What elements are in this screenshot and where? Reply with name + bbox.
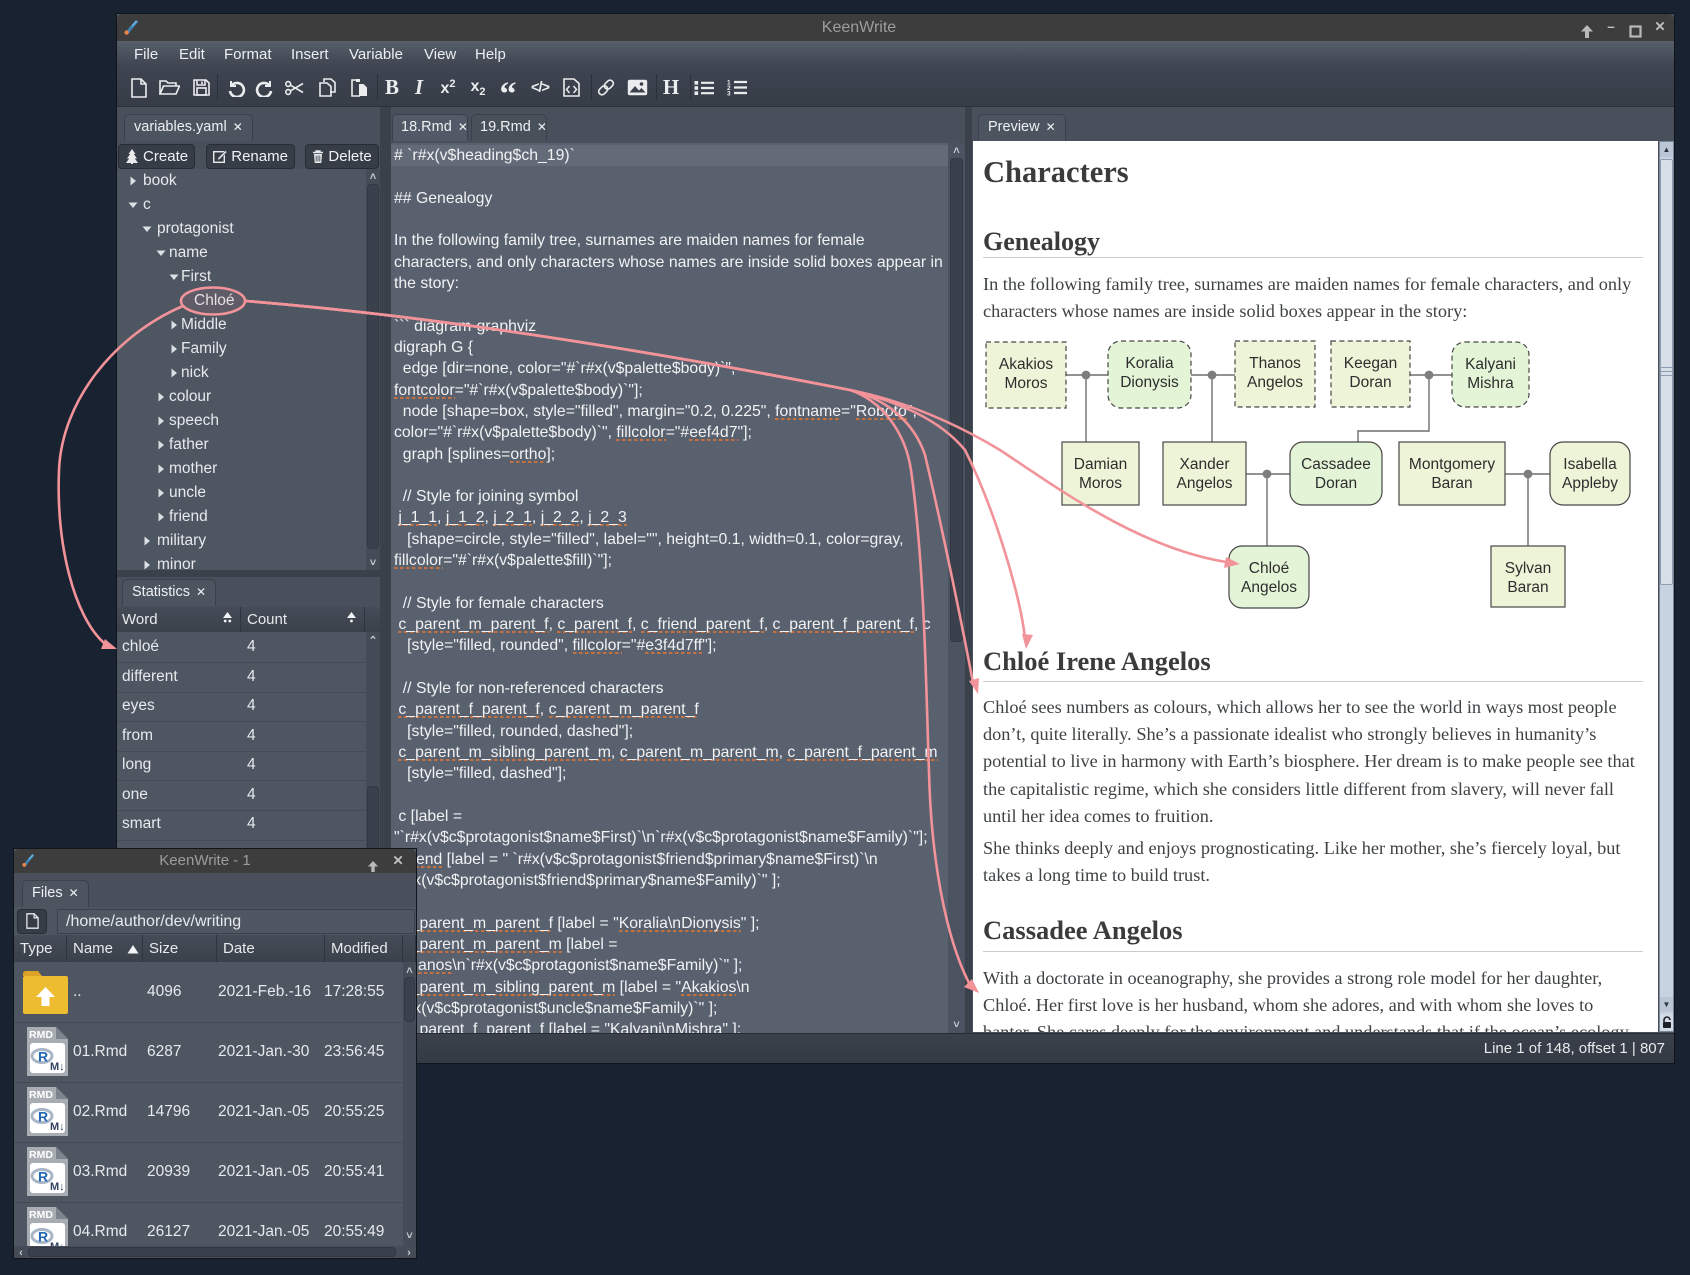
svg-text:M↓: M↓ <box>50 1181 65 1193</box>
svg-text:RMD: RMD <box>29 1029 53 1041</box>
svg-text:R: R <box>38 1229 48 1245</box>
svg-text:Thanos: Thanos <box>1249 355 1301 372</box>
svg-text:Moros: Moros <box>1079 475 1122 492</box>
svg-text:Chloé: Chloé <box>1249 560 1290 577</box>
svg-text:3: 3 <box>727 91 731 97</box>
svg-text:Akakios: Akakios <box>999 356 1054 373</box>
svg-text:Kalyani: Kalyani <box>1465 356 1516 373</box>
svg-text:RMD: RMD <box>29 1089 53 1101</box>
svg-text:Montgomery: Montgomery <box>1409 456 1495 473</box>
svg-text:Cassadee: Cassadee <box>1301 456 1371 473</box>
svg-text:Appleby: Appleby <box>1562 475 1618 492</box>
svg-text:Xander: Xander <box>1180 456 1230 473</box>
svg-text:Baran: Baran <box>1507 579 1548 596</box>
svg-text:Doran: Doran <box>1349 374 1391 391</box>
svg-text:Dionysis: Dionysis <box>1120 374 1179 391</box>
svg-text:Angelos: Angelos <box>1247 374 1303 391</box>
svg-text:Keegan: Keegan <box>1344 355 1397 372</box>
svg-text:M↓: M↓ <box>50 1061 65 1073</box>
svg-text:Damian: Damian <box>1074 456 1127 473</box>
svg-text:M↓: M↓ <box>50 1121 65 1133</box>
svg-text:Koralia: Koralia <box>1125 355 1174 372</box>
svg-text:Angelos: Angelos <box>1241 579 1297 596</box>
svg-text:Isabella: Isabella <box>1563 456 1617 473</box>
svg-text:Moros: Moros <box>1004 375 1047 392</box>
svg-text:RMD: RMD <box>29 1149 53 1161</box>
svg-text:RMD: RMD <box>29 1209 53 1221</box>
svg-text:Angelos: Angelos <box>1176 475 1232 492</box>
svg-text:R: R <box>38 1109 48 1125</box>
svg-text:R: R <box>38 1049 48 1065</box>
svg-text:R: R <box>38 1169 48 1185</box>
svg-text:Baran: Baran <box>1431 475 1472 492</box>
svg-text:Sylvan: Sylvan <box>1505 560 1552 577</box>
svg-text:Mishra: Mishra <box>1467 375 1514 392</box>
svg-text:Doran: Doran <box>1315 475 1357 492</box>
